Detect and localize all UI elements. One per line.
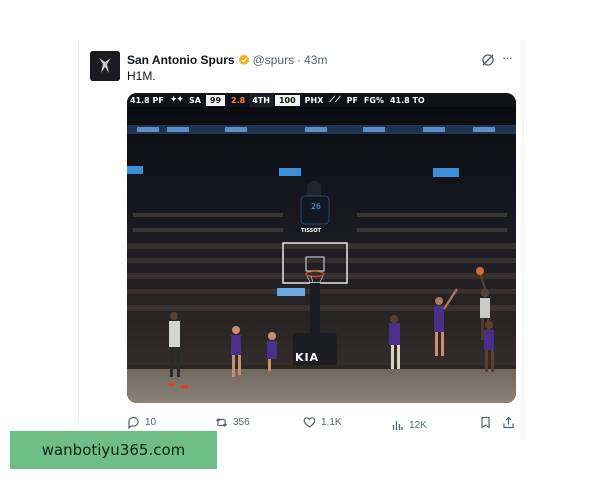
spurs-star-icon: ✦✦: [169, 95, 184, 105]
watermark-banner: wanbotiyu365.com: [10, 431, 217, 469]
views-icon: [392, 420, 403, 430]
scorebug-period: 4TH: [249, 93, 273, 107]
shot-clock-display: 26: [311, 202, 321, 211]
like-count: 1.1K: [321, 416, 342, 428]
share-button[interactable]: [502, 413, 515, 431]
scorebug-right-stat-1: PF: [346, 95, 358, 105]
tweet-action-bar: 10 356 1.1K 12K: [127, 413, 516, 431]
scorebug-suns-abbr: PHX: [304, 95, 324, 105]
views-count: 12K: [409, 419, 427, 431]
views-button[interactable]: 12K: [391, 416, 427, 434]
scorebug-game-clock: 2.8: [231, 95, 246, 105]
scorebug-spurs-abbr: SA: [188, 95, 201, 105]
reply-icon: [128, 416, 139, 429]
scorebug-suns-score: 100: [274, 94, 300, 106]
share-icon: [503, 416, 514, 428]
kia-sign: KIA: [295, 351, 320, 364]
scorebug-right-stat-3: 41.8 TO: [389, 95, 425, 105]
tweet-text: H1M.: [127, 69, 156, 83]
more-icon[interactable]: ···: [502, 51, 516, 66]
scorebug-spurs-score: 99: [205, 94, 226, 106]
scorebug-right-stat-2: FG%: [363, 95, 384, 105]
scorebug-left-stat: 41.8 PF: [130, 95, 164, 105]
verified-badge-icon: [238, 54, 250, 66]
tweet-media-photo[interactable]: 41.8 PF ✦✦ SA 99 2.8 4TH 100 PHX ⟋⟋ PF F…: [127, 93, 516, 403]
separator: ·: [297, 53, 302, 67]
retweet-count: 356: [233, 416, 250, 428]
avatar[interactable]: [90, 51, 120, 81]
game-photo: [127, 93, 516, 403]
bookmark-icon: [481, 416, 490, 429]
grok-icon[interactable]: [481, 53, 495, 67]
tweet-header: San Antonio Spurs @spurs · 43m: [127, 52, 327, 68]
retweet-icon: [216, 417, 227, 427]
reply-count: 10: [145, 416, 157, 428]
spurs-logo-icon: [90, 51, 120, 81]
bookmark-button[interactable]: [479, 413, 492, 431]
tweet-timestamp[interactable]: 43m: [304, 53, 327, 67]
heart-icon: [303, 416, 316, 428]
like-button[interactable]: 1.1K: [303, 413, 342, 431]
suns-logo-icon: ⟋⟋: [329, 95, 341, 104]
tissot-sign: TISSOT: [301, 228, 321, 234]
reply-button[interactable]: 10: [127, 413, 156, 431]
author-display-name[interactable]: San Antonio Spurs: [127, 53, 235, 67]
retweet-button[interactable]: 356: [215, 413, 250, 431]
author-handle[interactable]: @spurs: [253, 53, 295, 67]
scorebug: 41.8 PF ✦✦ SA 99 2.8 4TH 100 PHX ⟋⟋ PF F…: [127, 93, 516, 107]
